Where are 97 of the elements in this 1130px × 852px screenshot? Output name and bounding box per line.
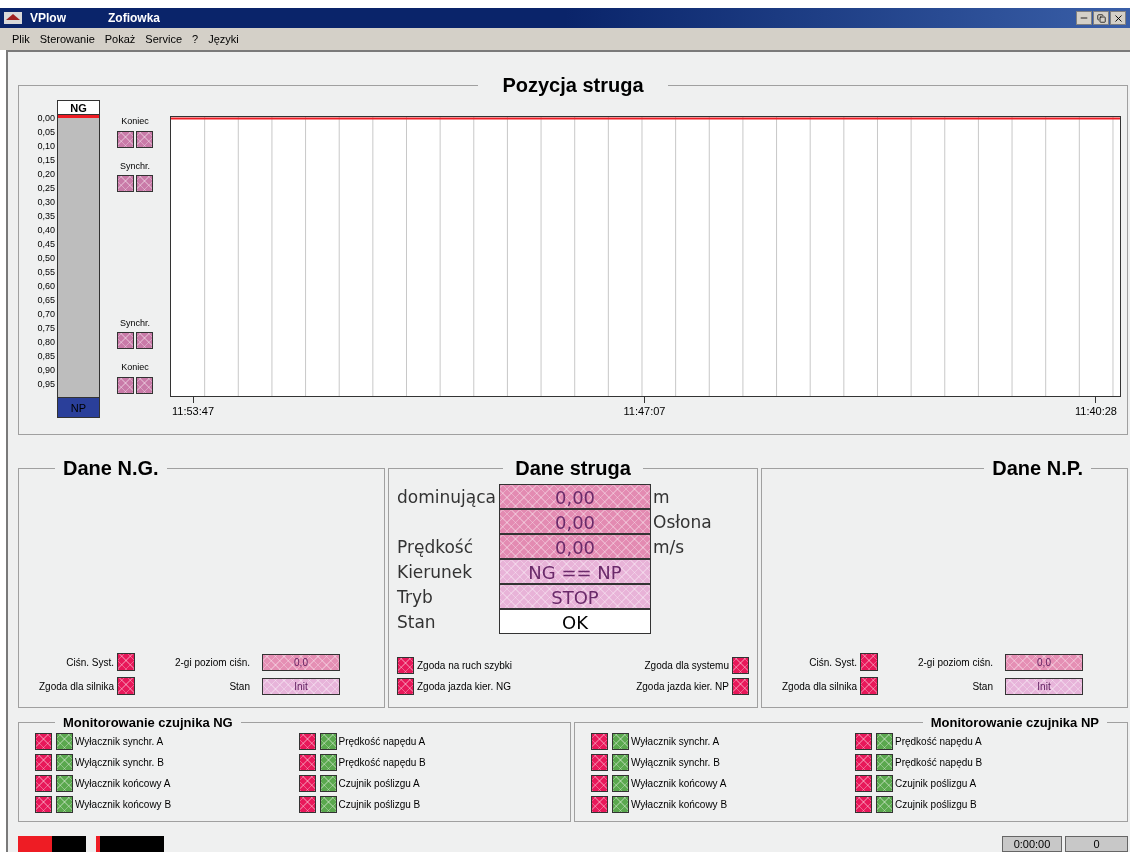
- close-button[interactable]: [1110, 11, 1126, 25]
- value-field: 0,00: [499, 534, 651, 559]
- scale-label: 0,55: [36, 266, 56, 279]
- group-title: Dane N.G.: [62, 456, 160, 481]
- value-field: STOP: [499, 584, 651, 609]
- lamp-label: Ciśn. Syst.: [66, 655, 115, 670]
- indicator-label: Synchr.: [120, 159, 150, 173]
- scale-label: 0,25: [36, 182, 56, 195]
- scale-label: 0,20: [36, 168, 56, 181]
- lamp-label: Zgoda jazda kier. NP: [636, 680, 729, 694]
- app-name: VPlow: [30, 10, 67, 27]
- indicator-label: Synchr.: [120, 316, 150, 330]
- field-label: Stan: [229, 679, 250, 694]
- value-field: 0,0: [1005, 653, 1083, 671]
- sensor-label: Wyłacznik końcowy B: [75, 797, 172, 812]
- unit-label: m: [652, 486, 671, 509]
- field-label: 2-gi poziom ciśn.: [174, 655, 250, 670]
- value-field: 0,0: [262, 653, 340, 671]
- menu-item[interactable]: ?: [192, 30, 199, 48]
- bar-bottom-label: NP: [58, 397, 99, 417]
- menu-item[interactable]: Języki: [208, 30, 239, 48]
- row-label: Tryb: [397, 586, 434, 609]
- value-field: 0,00: [499, 509, 651, 534]
- time-label: 11:47:07: [623, 404, 666, 419]
- group-title: Dane N.P.: [991, 456, 1084, 481]
- sensor-label: Wyłacznik końcowy B: [631, 797, 728, 812]
- value-field: OK: [499, 609, 651, 634]
- sensor-label: Czujnik poślizgu A: [895, 776, 977, 791]
- sensor-label: Czujnik poślizgu B: [895, 797, 977, 812]
- time-label: 11:40:28: [1074, 404, 1117, 419]
- value-field: NG == NP: [499, 559, 651, 584]
- lamp-label: Ciśn. Syst.: [809, 655, 858, 670]
- scale-label: 0,05: [36, 126, 56, 139]
- group-title: Monitorowanie czujnika NG: [62, 714, 234, 732]
- sensor-label: Wyłącznik synchr. B: [75, 755, 164, 770]
- scale-label: 0,40: [36, 224, 56, 237]
- row-label: Kierunek: [397, 561, 474, 584]
- close-icon: [1112, 12, 1124, 24]
- window-title: Zofiowka: [108, 10, 160, 27]
- lamp-label: Zgoda dla systemu: [644, 659, 729, 673]
- scale-label: 0,15: [36, 154, 56, 167]
- value-field: Init: [262, 677, 340, 695]
- scale-label: 0,10: [36, 140, 56, 153]
- sensor-label: Wyłacznik końcowy A: [631, 776, 727, 791]
- sensor-label: Wyłacznik końcowy A: [75, 776, 171, 791]
- group-title: Pozycja struga: [501, 73, 645, 98]
- menu-item[interactable]: Service: [145, 30, 183, 48]
- scale-label: 0,60: [36, 280, 56, 293]
- lamp-label: Zgoda dla silnika: [39, 679, 115, 694]
- sensor-label: Prędkość napędu B: [895, 755, 983, 770]
- indicator-label: Koniec: [121, 361, 149, 374]
- scale-label: 0,70: [36, 308, 56, 321]
- indicator-label: Koniec: [121, 115, 149, 128]
- time-label: 11:53:47: [172, 404, 214, 419]
- restore-button[interactable]: [1093, 11, 1109, 25]
- sensor-label: Wyłacznik synchr. A: [631, 734, 720, 749]
- scale-label: 0,80: [36, 336, 56, 349]
- group-title: Monitorowanie czujnika NP: [929, 714, 1100, 732]
- sensor-label: Czujnik poślizgu A: [338, 776, 420, 791]
- scale-label: 0,75: [36, 322, 56, 335]
- app-logo-icon: [4, 12, 22, 24]
- field-label: 2-gi poziom ciśn.: [917, 655, 993, 670]
- scale-label: 0,30: [36, 196, 56, 209]
- status-time: 0:00:00: [1002, 836, 1062, 852]
- scale-label: 0,95: [36, 378, 56, 391]
- scale-label: 0,00: [36, 112, 56, 125]
- status-counter: 0: [1065, 836, 1128, 852]
- sensor-label: Prędkość napędu B: [338, 755, 426, 770]
- restore-icon: [1096, 13, 1106, 23]
- field-label: Stan: [972, 679, 993, 694]
- sensor-label: Prędkość napędu A: [895, 734, 982, 749]
- scale-label: 0,50: [36, 252, 56, 265]
- menu-item[interactable]: Plik: [12, 30, 30, 48]
- scale-label: 0,65: [36, 294, 56, 307]
- row-label: Stan: [397, 611, 437, 634]
- sensor-label: Wyłącznik synchr. B: [631, 755, 720, 770]
- sensor-label: Wyłacznik synchr. A: [75, 734, 164, 749]
- lamp-label: Zgoda dla silnika: [782, 679, 858, 694]
- scale-label: 0,90: [36, 364, 56, 377]
- row-label: Prędkość: [397, 536, 475, 559]
- sensor-label: Czujnik poślizgu B: [338, 797, 421, 812]
- row-label: dominująca: [397, 486, 497, 509]
- value-field: Init: [1005, 677, 1083, 695]
- menu-item[interactable]: Pokaż: [104, 30, 136, 48]
- sensor-label: Prędkość napędu A: [338, 734, 426, 749]
- scale-label: 0,85: [36, 350, 56, 363]
- unit-label: Osłona: [652, 511, 713, 534]
- menu-item[interactable]: Sterowanie: [39, 30, 95, 48]
- unit-label: m/s: [652, 536, 686, 559]
- group-title: Dane struga: [514, 456, 632, 481]
- lamp-label: Zgoda jazda kier. NG: [417, 680, 511, 694]
- minimize-button[interactable]: [1076, 11, 1092, 25]
- scale-label: 0,45: [36, 238, 56, 251]
- lamp-label: Zgoda na ruch szybki: [417, 659, 513, 673]
- bar-top-label: NG: [58, 101, 99, 115]
- scale-label: 0,35: [36, 210, 56, 223]
- value-field: 0,00: [499, 484, 651, 509]
